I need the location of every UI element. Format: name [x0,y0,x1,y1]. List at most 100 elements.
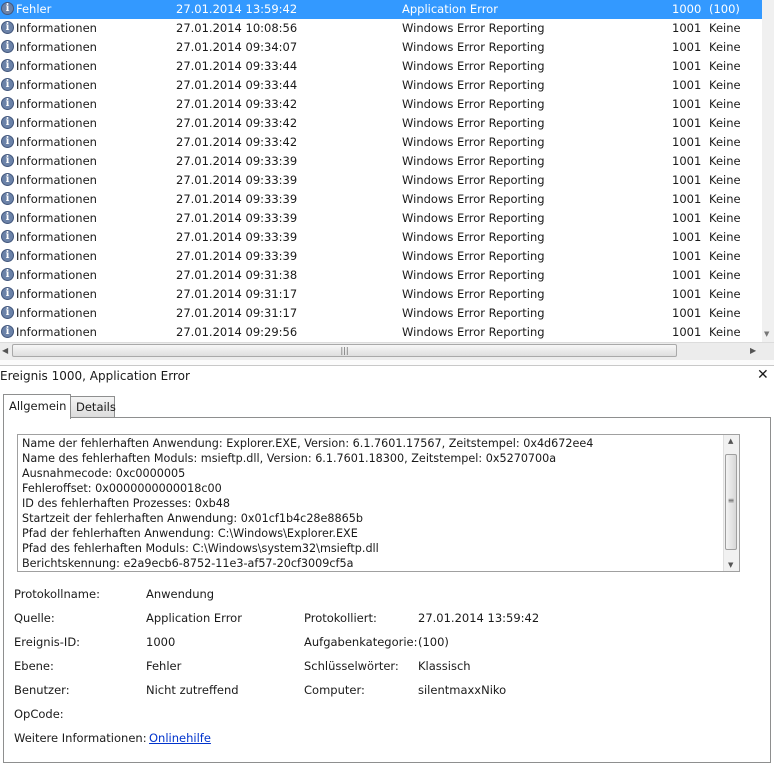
close-icon[interactable]: ✕ [757,367,769,383]
ebene-value: Fehler [146,659,182,673]
category-cell: (100) [709,2,740,16]
event-id-cell: 1001 [672,211,702,225]
event-id-cell: 1001 [672,249,702,263]
protokolliert-value: 27.01.2014 13:59:42 [418,611,540,625]
level-cell: Informationen [16,97,97,111]
description-line: Name des fehlerhaften Moduls: msieftp.dl… [22,452,557,465]
date-cell: 27.01.2014 09:29:56 [176,325,298,339]
event-list-horizontal-scrollbar[interactable]: ◀ ||| ▶ [0,342,774,360]
table-row[interactable]: i Informationen 27.01.2014 09:33:39 Windows… [0,152,762,171]
event-id-cell: 1001 [672,325,702,339]
source-cell: Windows Error Reporting [402,287,545,301]
table-row[interactable]: i Informationen 27.01.2014 09:33:39 Windows… [0,228,762,247]
description-line: Pfad der fehlerhaften Anwendung: C:\Wind… [22,527,358,540]
scroll-down-arrow-icon[interactable]: ▼ [764,330,769,338]
level-cell: Informationen [16,230,97,244]
category-cell: Keine [709,249,741,263]
ereignis-id-label: Ereignis-ID: [14,635,81,649]
event-list-vertical-scrollbar[interactable]: ▼ [762,0,774,342]
computer-label: Computer: [304,683,365,697]
event-list: i Fehler 27.01.2014 13:59:42 Application Er… [0,0,762,342]
tab-allgemein[interactable]: Allgemein [3,394,71,419]
source-cell: Windows Error Reporting [402,59,545,73]
event-id-cell: 1001 [672,287,702,301]
category-cell: Keine [709,97,741,111]
table-row[interactable]: i Informationen 27.01.2014 09:29:56 Windows… [0,323,762,342]
source-cell: Windows Error Reporting [402,116,545,130]
date-cell: 27.01.2014 10:08:56 [176,21,298,35]
event-id-cell: 1001 [672,116,702,130]
table-row[interactable]: i Informationen 27.01.2014 09:31:17 Windows… [0,285,762,304]
date-cell: 27.01.2014 09:33:42 [176,135,298,149]
description-line: Ausnahmecode: 0xc0000005 [22,467,186,480]
level-cell: Informationen [16,154,97,168]
table-row[interactable]: i Informationen 27.01.2014 09:31:17 Windows… [0,304,762,323]
table-row[interactable]: i Informationen 27.01.2014 09:33:39 Windows… [0,190,762,209]
scroll-down-arrow-icon[interactable]: ▼ [728,561,733,569]
level-cell: Informationen [16,59,97,73]
category-cell: Keine [709,325,741,339]
source-cell: Windows Error Reporting [402,135,545,149]
table-row[interactable]: i Informationen 27.01.2014 09:33:42 Windows… [0,95,762,114]
category-cell: Keine [709,40,741,54]
source-cell: Windows Error Reporting [402,97,545,111]
event-id-cell: 1001 [672,78,702,92]
table-row[interactable]: i Informationen 27.01.2014 09:31:38 Windows… [0,266,762,285]
level-cell: Informationen [16,192,97,206]
source-cell: Windows Error Reporting [402,78,545,92]
table-row[interactable]: i Fehler 27.01.2014 13:59:42 Application Er… [0,0,762,19]
table-row[interactable]: i Informationen 27.01.2014 09:33:39 Windows… [0,209,762,228]
table-row[interactable]: i Informationen 27.01.2014 09:33:42 Windows… [0,133,762,152]
table-row[interactable]: i Informationen 27.01.2014 09:33:39 Windows… [0,171,762,190]
table-row[interactable]: i Informationen 27.01.2014 10:08:56 Windows… [0,19,762,38]
onlinehilfe-link[interactable]: Onlinehilfe [149,731,211,745]
category-cell: Keine [709,59,741,73]
description-scrollbar[interactable]: ▲ ≡ ▼ [723,435,739,571]
event-id-cell: 1001 [672,135,702,149]
table-row[interactable]: i Informationen 27.01.2014 09:33:39 Windows… [0,247,762,266]
event-description-box[interactable]: ▲ ≡ ▼ Name der fehlerhaften Anwendung: E… [17,434,740,572]
date-cell: 27.01.2014 09:33:44 [176,78,298,92]
benutzer-label: Benutzer: [14,683,70,697]
event-id-cell: 1001 [672,306,702,320]
level-cell: Informationen [16,21,97,35]
description-line: Pfad des fehlerhaften Moduls: C:\Windows… [22,542,379,555]
event-id-cell: 1001 [672,59,702,73]
schluesselwoerter-value: Klassisch [418,659,471,673]
table-row[interactable]: i Informationen 27.01.2014 09:33:44 Windows… [0,57,762,76]
info-icon: i [1,249,14,262]
event-id-cell: 1001 [672,192,702,206]
event-detail-title: Ereignis 1000, Application Error [0,369,190,383]
table-row[interactable]: i Informationen 27.01.2014 09:33:44 Windows… [0,76,762,95]
date-cell: 27.01.2014 09:31:17 [176,287,298,301]
event-id-cell: 1000 [672,2,702,16]
description-line: ID des fehlerhaften Prozesses: 0xb48 [22,497,231,510]
info-icon: i [1,192,14,205]
source-cell: Application Error [402,2,498,16]
table-row[interactable]: i Informationen 27.01.2014 09:33:42 Windows… [0,114,762,133]
scroll-up-arrow-icon[interactable]: ▲ [728,437,733,445]
scroll-left-arrow-icon[interactable]: ◀ [2,346,8,355]
event-id-cell: 1001 [672,97,702,111]
scroll-right-arrow-icon[interactable]: ▶ [750,346,756,355]
source-cell: Windows Error Reporting [402,173,545,187]
event-id-cell: 1001 [672,268,702,282]
info-icon: i [1,97,14,110]
aufgabenkategorie-label: Aufgabenkategorie: [304,635,418,649]
info-icon: i [1,325,14,338]
level-cell: Informationen [16,268,97,282]
date-cell: 27.01.2014 09:31:17 [176,306,298,320]
tab-details[interactable]: Details [70,396,116,417]
protokolliert-label: Protokolliert: [304,611,377,625]
computer-value: silentmaxxNiko [418,683,507,697]
info-icon: i [1,78,14,91]
horizontal-scroll-thumb[interactable]: ||| [12,344,677,357]
date-cell: 27.01.2014 09:33:42 [176,97,298,111]
category-cell: Keine [709,306,741,320]
level-cell: Informationen [16,135,97,149]
table-row[interactable]: i Informationen 27.01.2014 09:34:07 Windows… [0,38,762,57]
level-cell: Informationen [16,173,97,187]
description-scroll-thumb[interactable]: ≡ [725,454,737,550]
info-icon: i [1,211,14,224]
event-id-cell: 1001 [672,173,702,187]
